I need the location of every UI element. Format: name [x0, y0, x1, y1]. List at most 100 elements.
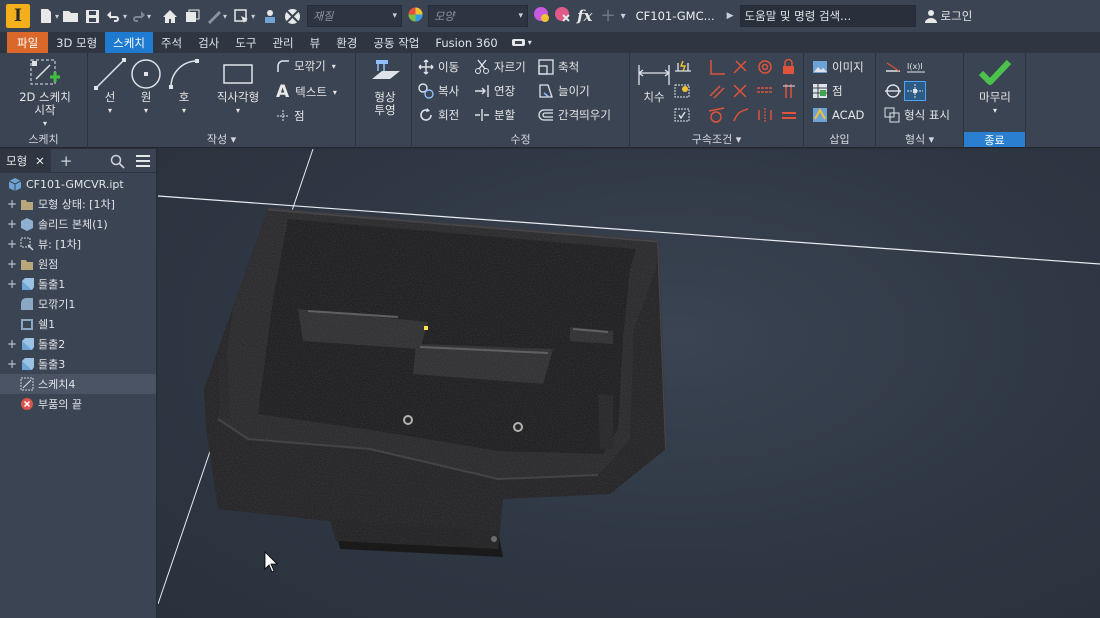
browser-node[interactable]: + 돌출1 — [0, 274, 156, 294]
tab-collaborate[interactable]: 공동 작업 — [365, 32, 427, 53]
chevron-down-icon[interactable]: ▾ — [55, 12, 59, 21]
tab-3d-model[interactable]: 3D 모형 — [48, 32, 105, 53]
search-icon[interactable] — [110, 154, 125, 169]
tab-environments[interactable]: 환경 — [328, 32, 365, 53]
close-icon[interactable]: ✕ — [35, 154, 45, 168]
chevron-down-icon[interactable]: ▾ — [147, 12, 151, 21]
redo-icon[interactable] — [130, 9, 146, 23]
login-button[interactable]: 로그인 — [924, 8, 972, 24]
centerline-icon[interactable] — [884, 83, 902, 99]
browser-node[interactable]: + 돌출2 — [0, 334, 156, 354]
material-ball-icon[interactable] — [284, 8, 301, 25]
equal-icon[interactable] — [780, 107, 798, 123]
rectangle-button[interactable]: 직사각형 ▾ — [208, 57, 268, 117]
tab-sketch[interactable]: 스케치 — [105, 32, 153, 53]
extend-button[interactable]: 연장 — [474, 83, 515, 99]
parallel-icon[interactable] — [708, 83, 726, 99]
browser-tab-model[interactable]: 모형 ✕ — [0, 148, 51, 173]
appearance-combo[interactable]: 모양 ▾ — [428, 5, 529, 27]
measure-icon[interactable] — [206, 9, 222, 24]
browser-node[interactable]: 쉘1 — [0, 314, 156, 334]
tab-fusion-360[interactable]: Fusion 360 — [427, 32, 505, 53]
expand-plus-icon[interactable]: + — [6, 217, 18, 231]
horizontal-icon[interactable] — [756, 83, 774, 99]
vertical-icon[interactable] — [780, 83, 798, 99]
select-filter-icon[interactable] — [234, 8, 250, 24]
fx-parameters-icon[interactable]: fx — [577, 7, 592, 25]
help-search-input[interactable]: 도움말 및 명령 검색... — [739, 5, 916, 27]
tab-annotate[interactable]: 주석 — [153, 32, 190, 53]
copy-button[interactable]: 복사 — [418, 83, 459, 99]
show-constraints-icon[interactable] — [674, 83, 692, 99]
expand-plus-icon[interactable]: + — [6, 337, 18, 351]
line-button[interactable]: 선 ▾ — [92, 57, 128, 117]
plus-icon[interactable]: + — [600, 7, 615, 25]
enclosure-part[interactable] — [204, 207, 667, 557]
save-icon[interactable] — [85, 9, 100, 24]
center-point-toggle[interactable] — [904, 81, 926, 101]
expand-plus-icon[interactable]: + — [6, 257, 18, 271]
chevron-down-icon[interactable]: ▾ — [123, 12, 127, 21]
browser-node[interactable]: + 원점 — [0, 254, 156, 274]
clear-appearance-icon[interactable] — [554, 6, 571, 26]
appearance-color-icon[interactable] — [407, 6, 424, 26]
split-button[interactable]: 분할 — [474, 107, 515, 123]
add-tab-icon[interactable]: + — [60, 152, 73, 170]
home-icon[interactable] — [162, 9, 178, 24]
finish-sketch-button[interactable]: 마무리 ▾ — [968, 57, 1022, 117]
model-canvas[interactable] — [158, 149, 1100, 618]
browser-node[interactable]: + 솔리드 본체(1) — [0, 214, 156, 234]
rotate-button[interactable]: 회전 — [418, 107, 459, 123]
insert-image-button[interactable]: 이미지 — [812, 59, 864, 75]
fillet-button[interactable]: 모깎기 ▾ — [276, 58, 336, 74]
tab-view[interactable]: 뷰 — [302, 32, 329, 53]
project-geometry-button[interactable]: 형상 투영 — [362, 57, 408, 117]
browser-node[interactable]: 부품의 끝 — [0, 394, 156, 414]
expand-plus-icon[interactable]: + — [6, 197, 18, 211]
browser-node[interactable]: 모깎기1 — [0, 294, 156, 314]
browser-node[interactable]: 스케치4 — [0, 374, 156, 394]
undo-icon[interactable] — [106, 9, 122, 23]
insert-points-button[interactable]: 점 — [812, 83, 843, 99]
expand-plus-icon[interactable]: + — [6, 357, 18, 371]
customize-chevron-icon[interactable]: ▾ — [621, 11, 626, 22]
driven-dimension-icon[interactable]: I(x)I — [906, 59, 926, 75]
concentric-icon[interactable] — [756, 59, 774, 75]
browser-node[interactable]: + 돌출3 — [0, 354, 156, 374]
adjust-appearance-icon[interactable] — [533, 6, 550, 26]
update-icon[interactable] — [184, 9, 200, 24]
ipart-icon[interactable] — [262, 8, 278, 24]
auto-dimension-icon[interactable] — [674, 59, 692, 75]
scale-button[interactable]: 축척 — [538, 59, 579, 75]
tab-tools[interactable]: 도구 — [227, 32, 264, 53]
point-button[interactable]: 점 — [276, 108, 305, 124]
fix-lock-icon[interactable] — [780, 59, 798, 75]
symmetric-icon[interactable] — [756, 107, 774, 123]
move-button[interactable]: 이동 — [418, 59, 459, 75]
app-logo[interactable]: I — [6, 4, 30, 28]
sketch-origin-point[interactable] — [424, 326, 428, 330]
trim-button[interactable]: 자르기 — [474, 59, 526, 75]
start-2d-sketch-button[interactable]: 2D 스케치 시작 ▾ — [14, 57, 76, 130]
chevron-down-icon[interactable]: ▾ — [223, 12, 227, 21]
new-file-icon[interactable] — [38, 8, 54, 24]
construction-icon[interactable] — [884, 59, 902, 75]
arc-button[interactable]: 호 ▾ — [166, 57, 202, 117]
text-button[interactable]: A 텍스트 ▾ — [276, 82, 337, 102]
expand-plus-icon[interactable]: + — [6, 277, 18, 291]
material-combo[interactable]: 재질 ▾ — [307, 5, 403, 27]
tab-file[interactable]: 파일 — [7, 32, 49, 53]
graphics-viewport[interactable] — [158, 149, 1100, 618]
perpendicular-icon[interactable] — [708, 59, 726, 75]
offset-button[interactable]: 간격띄우기 — [538, 107, 611, 123]
constraint-settings-icon[interactable] — [674, 107, 692, 123]
chevron-down-icon[interactable]: ▾ — [251, 12, 255, 21]
smooth-icon[interactable] — [732, 107, 750, 123]
browser-node[interactable]: + 모형 상태: [1차] — [0, 194, 156, 214]
show-format-button[interactable]: 형식 표시 — [884, 107, 950, 123]
tangent-icon[interactable] — [708, 107, 726, 123]
browser-node[interactable]: CF101-GMCVR.ipt — [0, 174, 156, 194]
dimension-button[interactable]: 치수 — [634, 57, 674, 104]
tab-inspect[interactable]: 검사 — [190, 32, 227, 53]
stretch-button[interactable]: 늘이기 — [538, 83, 590, 99]
